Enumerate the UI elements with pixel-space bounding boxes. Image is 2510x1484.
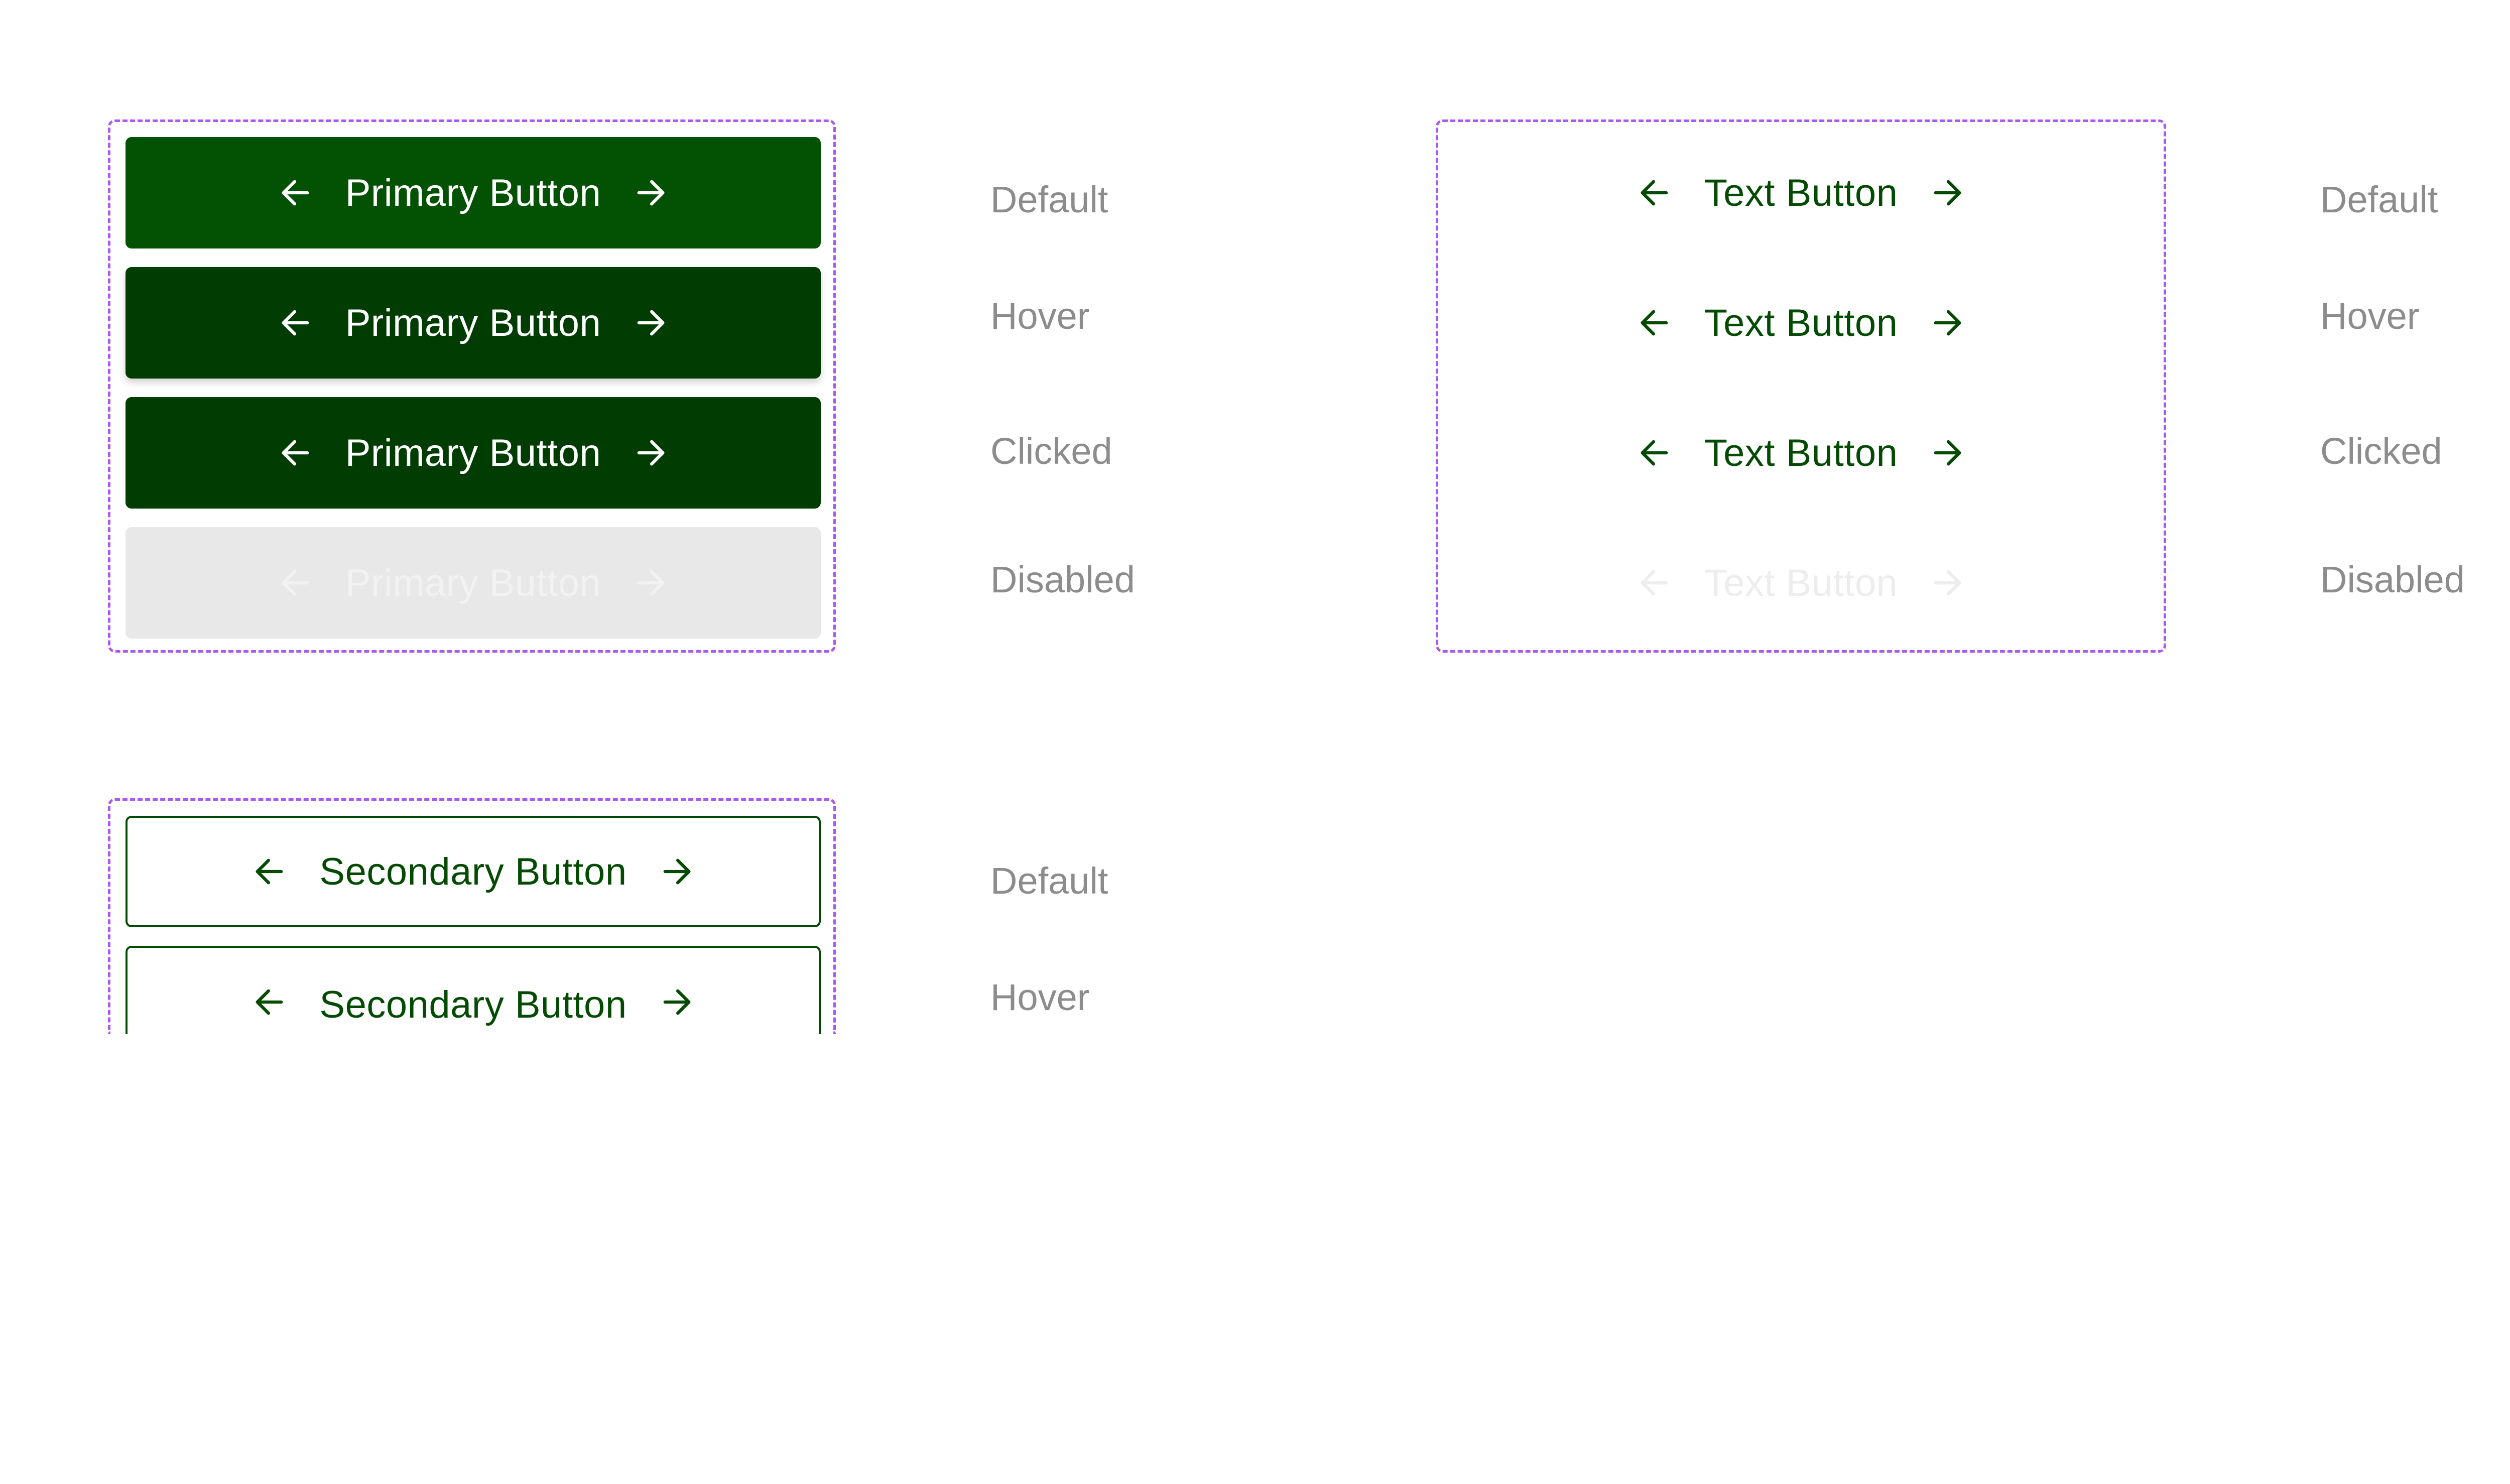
arrow-left-icon — [251, 983, 289, 1021]
text-button-hover[interactable]: Text Button — [1453, 267, 2149, 379]
text-button-default[interactable]: Text Button — [1453, 137, 2149, 249]
text-button-label: Text Button — [1704, 431, 1898, 474]
arrow-right-icon — [631, 564, 669, 602]
arrow-right-icon — [631, 174, 669, 212]
text-button-label: Text Button — [1704, 301, 1898, 344]
primary-button-label: Primary Button — [345, 171, 601, 214]
text-button-disabled: Text Button — [1453, 527, 2149, 639]
secondary-button-label: Secondary Button — [319, 850, 627, 893]
state-label-default: Default — [2320, 179, 2438, 220]
state-label-hover: Hover — [990, 976, 1090, 1018]
arrow-right-icon — [657, 983, 695, 1021]
primary-button-clicked[interactable]: Primary Button — [126, 397, 821, 509]
arrow-left-icon — [277, 304, 315, 342]
arrow-left-icon — [1636, 434, 1674, 472]
text-button-label: Text Button — [1704, 561, 1898, 604]
arrow-right-icon — [1928, 434, 1966, 472]
arrow-right-icon — [1928, 174, 1966, 212]
primary-button-group: Primary Button Primary Button Primary Bu… — [108, 119, 836, 653]
primary-button-default[interactable]: Primary Button — [126, 137, 821, 249]
secondary-button-hover[interactable]: Secondary Button — [126, 946, 821, 1039]
primary-button-label: Primary Button — [345, 561, 601, 604]
state-label-default: Default — [990, 860, 1108, 902]
state-label-hover: Hover — [990, 295, 1090, 337]
arrow-left-icon — [277, 564, 315, 602]
state-label-clicked: Clicked — [2320, 430, 2442, 472]
arrow-left-icon — [251, 852, 289, 891]
state-label-default: Default — [990, 179, 1108, 220]
secondary-button-default[interactable]: Secondary Button — [126, 816, 821, 927]
arrow-left-icon — [277, 434, 315, 472]
arrow-right-icon — [1928, 304, 1966, 342]
canvas-background — [0, 1034, 2510, 1484]
arrow-left-icon — [1636, 564, 1674, 602]
secondary-button-group: Secondary Button Secondary Button — [108, 798, 836, 1039]
arrow-right-icon — [631, 304, 669, 342]
arrow-left-icon — [277, 174, 315, 212]
text-button-clicked[interactable]: Text Button — [1453, 397, 2149, 509]
text-button-group: Text Button Text Button Text Button Text… — [1436, 119, 2166, 653]
primary-button-disabled: Primary Button — [126, 527, 821, 639]
secondary-button-label: Secondary Button — [319, 983, 627, 1026]
state-label-hover: Hover — [2320, 295, 2420, 337]
arrow-left-icon — [1636, 304, 1674, 342]
arrow-left-icon — [1636, 174, 1674, 212]
arrow-right-icon — [657, 852, 695, 891]
primary-button-label: Primary Button — [345, 431, 601, 474]
arrow-right-icon — [631, 434, 669, 472]
state-label-disabled: Disabled — [2320, 559, 2465, 600]
arrow-right-icon — [1928, 564, 1966, 602]
state-label-clicked: Clicked — [990, 430, 1112, 472]
text-button-label: Text Button — [1704, 171, 1898, 214]
primary-button-hover[interactable]: Primary Button — [126, 267, 821, 379]
primary-button-label: Primary Button — [345, 301, 601, 344]
state-label-disabled: Disabled — [990, 559, 1135, 600]
